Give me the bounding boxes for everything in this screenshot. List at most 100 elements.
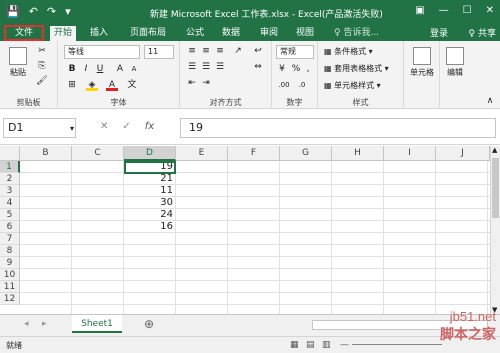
cells-button[interactable]: 单元格 [406,47,438,78]
close-button[interactable]: ✕ [486,5,494,16]
cells-area[interactable]: 19 21 11 30 24 16 [20,161,490,314]
grow-font-icon[interactable]: A [114,63,126,75]
prev-sheet-icon[interactable]: ◂ [24,319,29,329]
cancel-icon[interactable]: ✕ [100,121,108,132]
column-header[interactable]: I [384,146,436,161]
decrease-indent-icon[interactable]: ⇤ [186,77,198,89]
row-header[interactable]: 10 [0,269,20,281]
page-break-view-icon[interactable]: ▥ [322,340,331,350]
align-left-icon[interactable]: ☰ [186,61,198,73]
align-bottom-icon[interactable]: ≡ [214,45,226,57]
row-header[interactable]: 8 [0,245,20,257]
increase-indent-icon[interactable]: ⇥ [200,77,212,89]
normal-view-icon[interactable]: ▦ [290,340,299,350]
format-painter-icon[interactable]: 🖌 [36,75,48,87]
font-size-select[interactable]: 11 [144,45,174,59]
shrink-font-icon[interactable]: A [128,63,140,75]
redo-icon[interactable]: ↷ [47,5,56,18]
ribbon-options-icon[interactable]: ▣ [415,5,424,16]
wrap-text-icon[interactable]: ↩ [252,45,264,57]
zoom-out-icon[interactable]: — [340,340,349,350]
currency-icon[interactable]: ¥ [276,63,288,75]
maximize-button[interactable]: ☐ [463,5,472,16]
phonetic-icon[interactable]: 文 [126,79,138,91]
cell-d4[interactable]: 30 [124,197,176,209]
tell-me-search[interactable]: ♀ 告诉我... [330,26,383,41]
paste-button[interactable]: 粘贴 [6,47,30,78]
underline-button[interactable]: U [94,63,106,75]
tab-home[interactable]: 开始 [50,26,77,41]
merge-center-icon[interactable]: ⇔ [252,61,264,73]
align-right-icon[interactable]: ☰ [214,61,226,73]
percent-button[interactable]: % [290,63,302,75]
align-middle-icon[interactable]: ≡ [200,45,212,57]
column-header[interactable]: E [176,146,228,161]
editing-button[interactable]: 编辑 [442,47,468,78]
column-header-selected[interactable]: D [124,146,176,161]
chevron-down-icon[interactable]: ▾ [70,124,74,133]
cell-styles-button[interactable]: ▦ 单元格样式 ▾ [324,80,381,91]
align-top-icon[interactable]: ≡ [186,45,198,57]
column-header[interactable]: H [332,146,384,161]
comma-button[interactable]: , [302,63,314,75]
copy-icon[interactable]: ⎘ [36,60,48,72]
row-header[interactable]: 5 [0,209,20,221]
select-all-button[interactable] [0,146,20,161]
formula-input[interactable]: 19 [180,118,496,138]
italic-button[interactable]: I [80,63,92,75]
page-layout-view-icon[interactable]: ▤ [306,340,315,350]
format-as-table-button[interactable]: ▦ 套用表格格式 ▾ [324,63,389,74]
column-header[interactable]: G [280,146,332,161]
increase-decimal-icon[interactable]: .00 [278,79,290,91]
next-sheet-icon[interactable]: ▸ [42,319,47,329]
share-button[interactable]: ♀ 共享 [469,26,496,39]
add-sheet-button[interactable]: ⊕ [144,317,154,331]
scroll-up-icon[interactable]: ▲ [492,146,497,154]
tab-page-layout[interactable]: 页面布局 [126,26,170,41]
tab-view[interactable]: 视图 [292,26,318,41]
undo-icon[interactable]: ↶ [29,5,38,18]
minimize-button[interactable]: — [439,5,449,16]
tab-review[interactable]: 审阅 [256,26,282,41]
zoom-slider[interactable] [352,344,442,345]
enter-icon[interactable]: ✓ [122,121,130,132]
row-header[interactable]: 9 [0,257,20,269]
row-header-selected[interactable]: 1 [0,161,20,173]
cell-d6[interactable]: 16 [124,221,176,233]
align-center-icon[interactable]: ☰ [200,61,212,73]
row-header[interactable]: 3 [0,185,20,197]
column-header[interactable]: J [436,146,490,161]
row-header[interactable]: 12 [0,293,20,305]
column-header[interactable]: C [72,146,124,161]
sheet-tab-sheet1[interactable]: Sheet1 [72,315,122,333]
row-header[interactable]: 11 [0,281,20,293]
customize-qat-icon[interactable]: ▾ [65,5,71,18]
collapse-ribbon-icon[interactable]: ∧ [484,95,496,107]
vertical-scrollbar[interactable]: ▲ ▼ [490,146,500,314]
tab-file[interactable]: 文件 [4,25,44,41]
number-format-select[interactable]: 常规 [276,45,314,59]
tab-data[interactable]: 数据 [218,26,244,41]
font-color-icon[interactable]: A [106,79,118,91]
name-box[interactable]: D1 [3,118,76,138]
font-name-select[interactable]: 等线 [64,45,140,59]
cell-d3[interactable]: 11 [124,185,176,197]
row-header[interactable]: 2 [0,173,20,185]
tab-formulas[interactable]: 公式 [182,26,208,41]
save-icon[interactable]: 💾 [6,5,20,18]
borders-icon[interactable]: ⊞ [66,79,78,91]
sign-in-link[interactable]: 登录 [430,26,448,39]
scrollbar-thumb[interactable] [492,158,499,218]
row-header[interactable]: 4 [0,197,20,209]
fill-color-icon[interactable]: ◈ [86,79,98,91]
cut-icon[interactable]: ✂ [36,45,48,57]
decrease-decimal-icon[interactable]: .0 [296,79,308,91]
conditional-format-button[interactable]: ▦ 条件格式 ▾ [324,46,373,57]
insert-function-icon[interactable]: fx [145,121,154,132]
bold-button[interactable]: B [66,63,78,75]
tab-insert[interactable]: 插入 [86,26,112,41]
column-header[interactable]: B [20,146,72,161]
cell-d2[interactable]: 21 [124,173,176,185]
row-header[interactable]: 6 [0,221,20,233]
cell-d5[interactable]: 24 [124,209,176,221]
